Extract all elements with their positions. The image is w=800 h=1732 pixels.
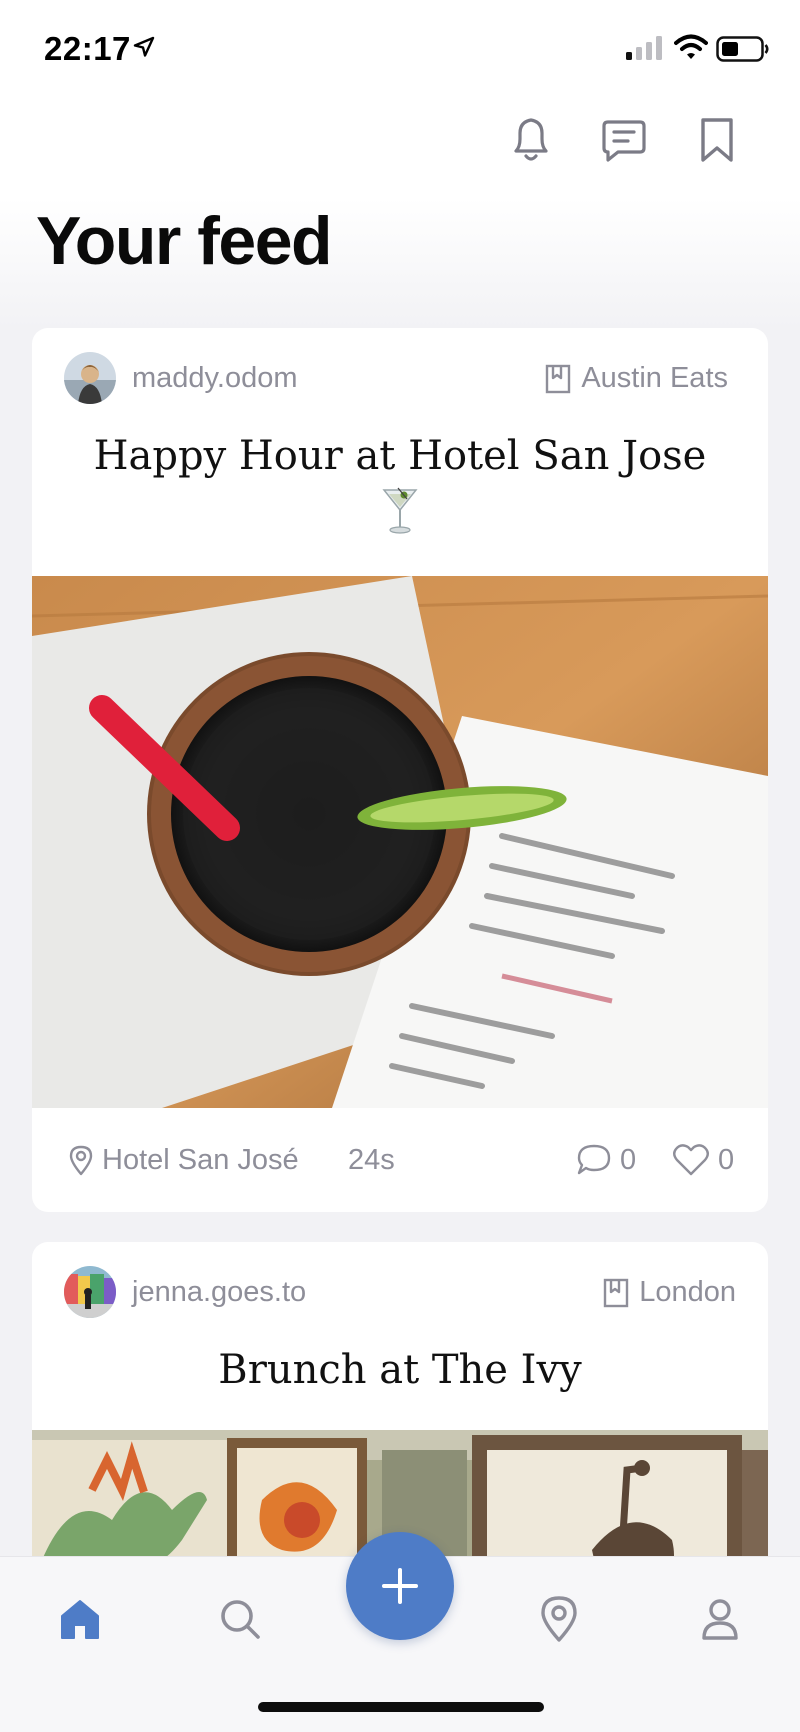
bell-icon [514, 118, 548, 161]
bookmark-icon [701, 118, 733, 162]
notifications-button[interactable] [503, 112, 559, 168]
post-header: jenna.goes.to London [32, 1242, 768, 1342]
map-pin-icon [541, 1596, 577, 1642]
post-title[interactable]: Brunch at The Ivy [32, 1342, 768, 1398]
comment-icon [577, 1144, 611, 1175]
battery-icon [716, 36, 769, 62]
post-collection[interactable]: London [603, 1276, 736, 1309]
page-title: Your feed [36, 203, 333, 279]
wifi-icon [674, 34, 708, 59]
post-collection[interactable]: Austin Eats [545, 362, 728, 395]
post-time: 24s [348, 1143, 395, 1176]
status-time: 22:17 [44, 30, 131, 67]
collection-bookmark-icon [546, 364, 571, 393]
tab-profile[interactable] [680, 1579, 760, 1659]
home-indicator [258, 1702, 544, 1712]
place-name: Hotel San José [102, 1143, 299, 1176]
like-button[interactable]: 0 [672, 1143, 734, 1177]
home-icon [61, 1600, 99, 1639]
map-pin-icon [69, 1145, 93, 1176]
tab-map[interactable] [519, 1579, 599, 1659]
collection-bookmark-icon [604, 1278, 629, 1307]
avatar[interactable] [64, 352, 116, 404]
messages-button[interactable] [596, 112, 652, 168]
post-username[interactable]: maddy.odom [132, 362, 298, 395]
location-arrow-icon [133, 36, 155, 57]
collection-label: Austin Eats [581, 362, 728, 394]
avatar-image [64, 1266, 116, 1318]
martini-emoji-icon [32, 486, 768, 546]
martini-glass-icon [382, 487, 418, 534]
avatar[interactable] [64, 1266, 116, 1318]
cellular-signal-icon [626, 36, 662, 60]
like-count: 0 [718, 1143, 735, 1176]
add-icon [382, 1568, 418, 1604]
collection-label: London [639, 1276, 736, 1308]
search-icon [221, 1600, 260, 1639]
comment-count: 0 [620, 1143, 637, 1176]
tab-search[interactable] [200, 1579, 280, 1659]
post-header: maddy.odom Austin Eats [32, 328, 768, 428]
post-username[interactable]: jenna.goes.to [132, 1276, 306, 1309]
add-post-button[interactable] [346, 1532, 454, 1640]
avatar-image [64, 352, 116, 404]
post-photo[interactable] [32, 576, 768, 1108]
bookmarks-button[interactable] [689, 112, 745, 168]
post-card[interactable]: maddy.odom Austin Eats Happy Hour at Hot… [32, 328, 768, 1212]
status-bar: 22:17 [0, 0, 800, 100]
post-footer: Hotel San José 24s 0 0 [32, 1108, 768, 1212]
header-actions [0, 112, 800, 172]
profile-icon [702, 1599, 738, 1640]
tab-home[interactable] [40, 1579, 120, 1659]
post-place[interactable]: Hotel San José [68, 1144, 299, 1177]
message-icon [602, 120, 646, 162]
comments-button[interactable]: 0 [576, 1143, 636, 1177]
post-title[interactable]: Happy Hour at Hotel San Jose [32, 428, 768, 484]
heart-icon [673, 1144, 709, 1176]
